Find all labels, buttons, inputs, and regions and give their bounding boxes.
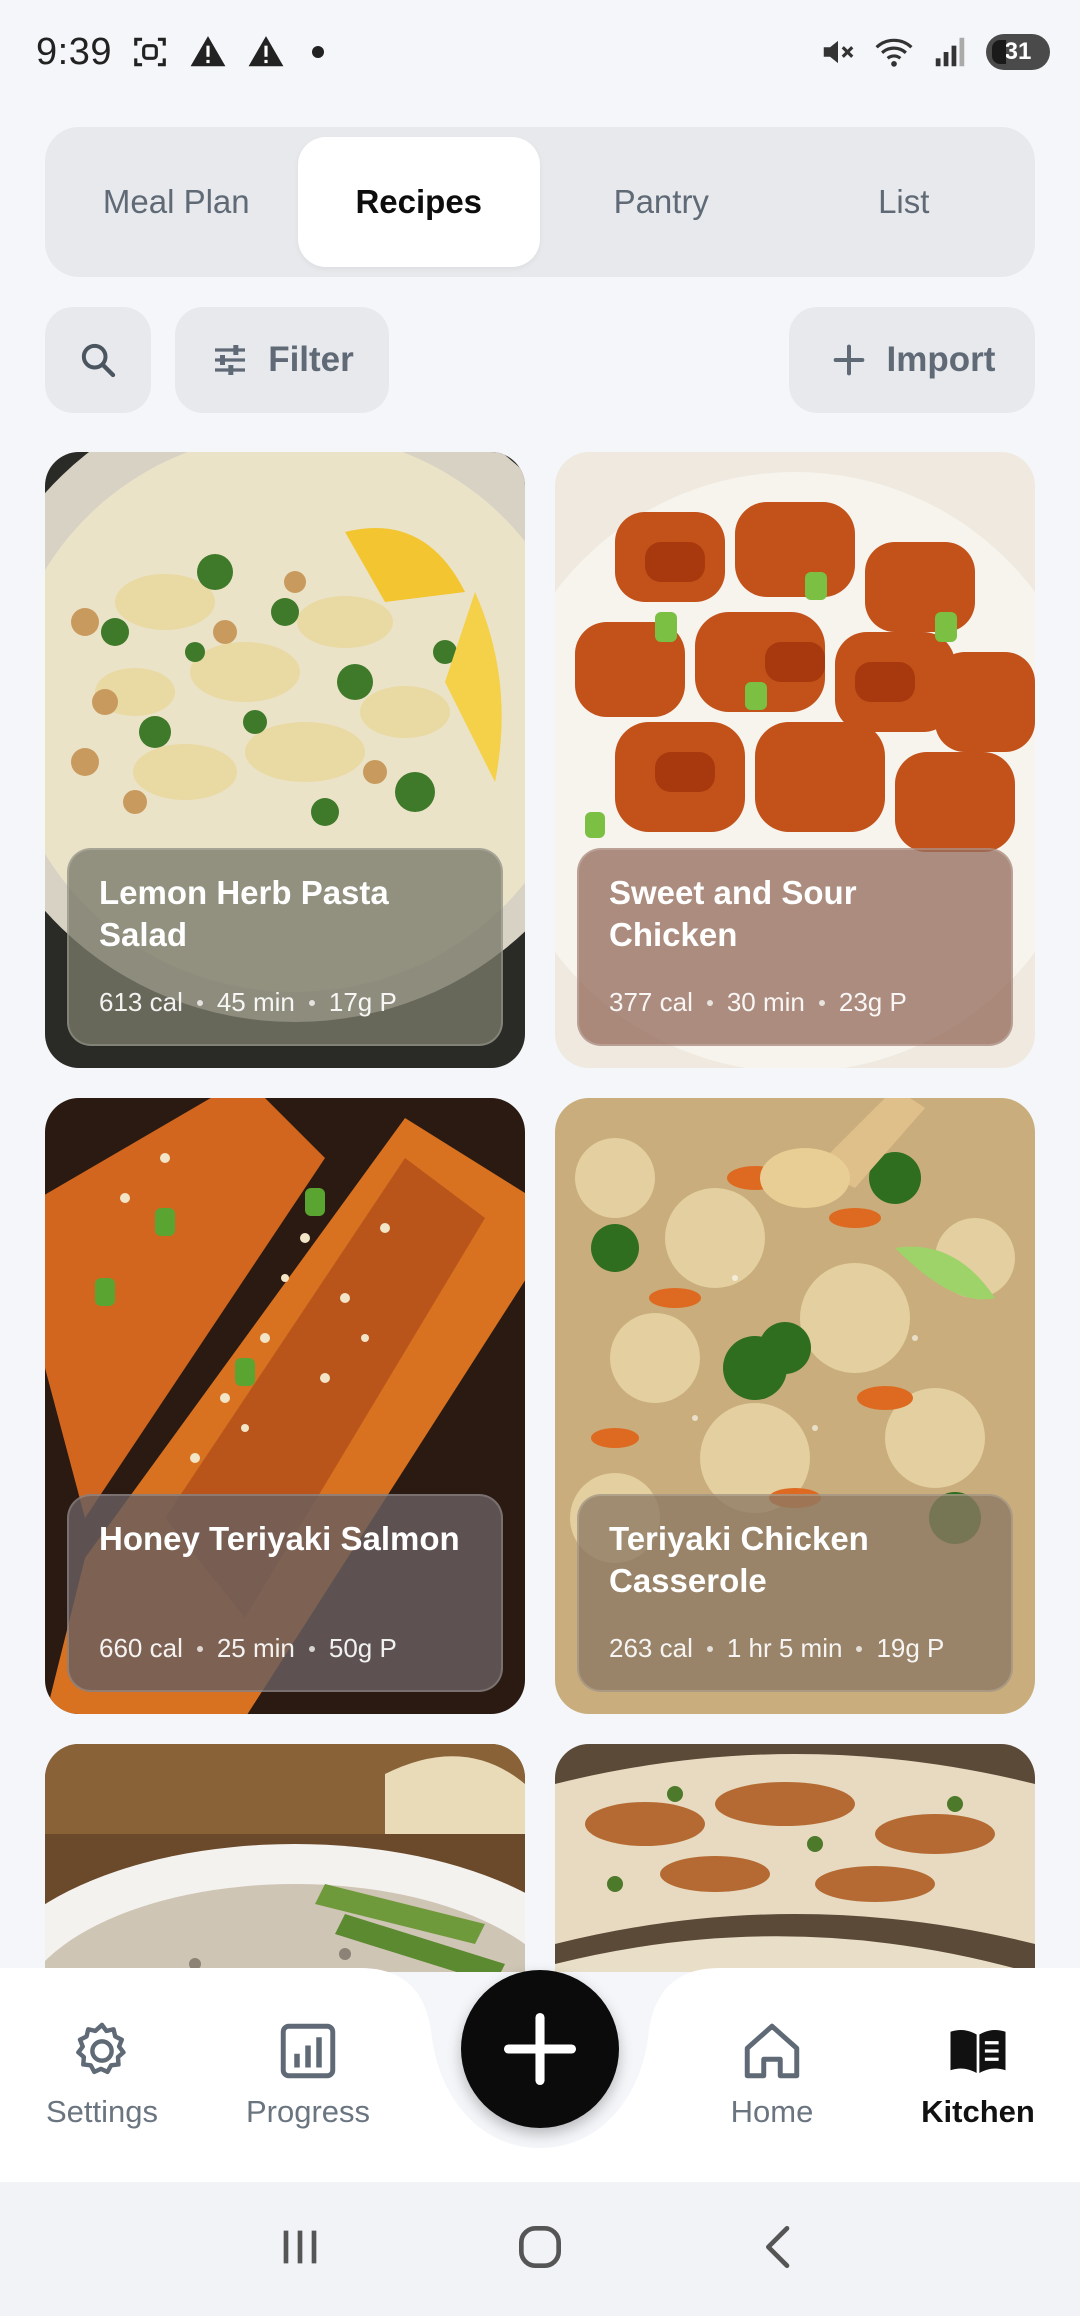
gear-icon [76,2022,126,2075]
nav-kitchen-label: Kitchen [921,2094,1035,2129]
section-tabs: Meal Plan Recipes Pantry List [45,127,1035,277]
recipe-calories: 660 cal [99,1633,183,1663]
tab-recipes[interactable]: Recipes [297,137,540,267]
chart-icon [280,2023,336,2079]
system-navigation-bar [0,2182,1080,2316]
nav-progress-label: Progress [245,2094,371,2129]
filter-button[interactable]: Filter [175,307,389,413]
plus-icon [503,2012,577,2086]
recipe-info-panel: Sweet and Sour Chicken 377 cal 30 min 23… [577,848,1013,1046]
recents-icon[interactable] [272,2219,328,2280]
recipe-info-panel: Lemon Herb Pasta Salad 613 cal 45 min 17… [67,848,503,1046]
nav-home-label: Home [730,2094,814,2129]
recipe-card[interactable]: Sweet and Sour Chicken 377 cal 30 min 23… [555,452,1035,1068]
recipe-name: Teriyaki Chicken Casserole [609,1520,869,1599]
battery-indicator: 31 [986,34,1050,70]
screenshot-icon [130,32,170,72]
sliders-icon [215,345,246,375]
separator-dot [196,999,203,1006]
recipe-meta: 377 cal 30 min 23g P [609,987,907,1018]
separator-dot [308,1645,315,1652]
nav-settings-label: Settings [45,2094,158,2129]
home-icon [744,2023,800,2079]
search-button[interactable] [45,307,151,413]
separator-dot [856,1645,863,1652]
recipe-info-panel: Teriyaki Chicken Casserole 263 cal 1 hr … [577,1494,1013,1692]
recipe-time: 1 hr 5 min [726,1633,843,1663]
recipe-time: 45 min [216,987,295,1017]
recipe-toolbar: Filter Import [45,307,1035,413]
recipe-card[interactable]: Lemon Herb Pasta Salad 613 cal 45 min 17… [45,452,525,1068]
import-button[interactable]: Import [789,307,1035,413]
recipe-time: 30 min [726,987,805,1017]
import-label: Import [886,340,996,379]
tab-list[interactable]: List [783,137,1026,267]
search-icon [81,343,116,378]
recipe-card[interactable]: Teriyaki Chicken Casserole 263 cal 1 hr … [555,1098,1035,1714]
status-time: 9:39 [36,30,112,73]
recipe-protein: 23g P [838,987,907,1017]
recipe-grid: Lemon Herb Pasta Salad 613 cal 45 min 17… [45,452,1035,1972]
recipe-photo [555,1744,1035,1972]
separator-dot [818,999,825,1006]
recipe-meta: 613 cal 45 min 17g P [99,987,397,1018]
recipe-photo [45,1744,525,1972]
recipe-protein: 17g P [328,987,397,1017]
separator-dot [706,999,713,1006]
recipe-time: 25 min [216,1633,295,1663]
nav-settings[interactable]: Settings [22,2018,182,2158]
wifi-icon [874,32,914,72]
mute-icon [818,32,858,72]
recipe-card[interactable]: Honey Teriyaki Salmon 660 cal 25 min 50g… [45,1098,525,1714]
notification-dot-icon [311,46,324,58]
recipe-card[interactable] [555,1744,1035,1972]
separator-dot [706,1645,713,1652]
warning-icon [188,32,228,72]
separator-dot [196,1645,203,1652]
recipe-calories: 263 cal [609,1633,693,1663]
recipe-info-panel: Honey Teriyaki Salmon 660 cal 25 min 50g… [67,1494,503,1692]
warning-icon [246,32,286,72]
recipe-meta: 660 cal 25 min 50g P [99,1633,397,1664]
separator-dot [308,999,315,1006]
recipe-calories: 377 cal [609,987,693,1017]
tab-pantry[interactable]: Pantry [540,137,783,267]
recipe-calories: 613 cal [99,987,183,1017]
recipe-protein: 19g P [876,1633,945,1663]
recipe-name: Sweet and Sour Chicken [609,874,857,953]
recipe-name: Lemon Herb Pasta Salad [99,874,389,953]
recipe-meta: 263 cal 1 hr 5 min 19g P [609,1633,944,1664]
nav-kitchen[interactable]: Kitchen [898,2018,1058,2158]
recipe-card[interactable] [45,1744,525,1972]
signal-icon [930,32,970,72]
book-icon [950,2029,1006,2073]
recipe-protein: 50g P [328,1633,397,1663]
plus-icon [833,344,864,376]
home-circle-icon[interactable] [512,2219,568,2280]
filter-label: Filter [268,340,354,379]
status-bar: 9:39 31 [0,0,1080,104]
tab-meal-plan[interactable]: Meal Plan [55,137,298,267]
nav-progress[interactable]: Progress [228,2018,388,2158]
add-button[interactable] [461,1970,619,2128]
back-icon[interactable] [752,2219,808,2280]
recipe-name: Honey Teriyaki Salmon [99,1520,460,1557]
nav-home[interactable]: Home [692,2018,852,2158]
